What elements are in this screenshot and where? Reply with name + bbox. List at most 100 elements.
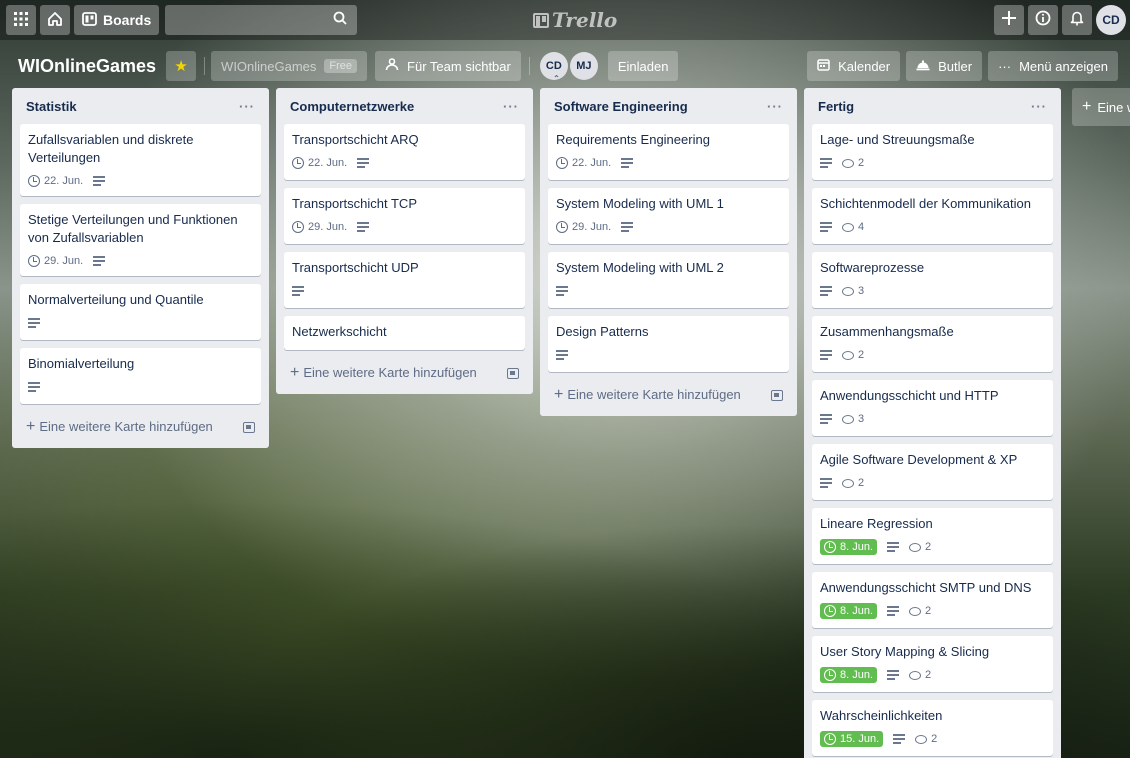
member-initials: CD [545, 60, 562, 72]
card[interactable]: System Modeling with UML 1 29. Jun. [548, 188, 789, 244]
list-menu-icon[interactable]: ··· [239, 99, 255, 114]
card-template-icon[interactable] [243, 421, 255, 433]
card[interactable]: Binomialverteilung [20, 348, 261, 404]
list-menu-icon[interactable]: ··· [1031, 99, 1047, 114]
search-input[interactable] [165, 5, 358, 35]
list-title[interactable]: Statistik [26, 99, 77, 114]
card[interactable]: Wahrscheinlichkeiten 15. Jun. 2 [812, 700, 1053, 756]
comment-icon [842, 478, 854, 488]
star-button[interactable]: ★ [166, 51, 197, 81]
list-header[interactable]: Computernetzwerke ··· [284, 88, 525, 124]
card[interactable]: Anwendungsschicht SMTP und DNS 8. Jun. 2 [812, 572, 1053, 628]
card[interactable]: Zufallsvariablen und diskrete Verteilung… [20, 124, 261, 196]
member-avatar[interactable]: CD ⌃ [539, 52, 568, 83]
due-date-text: 29. Jun. [572, 221, 612, 233]
card[interactable]: Lineare Regression 8. Jun. 2 [812, 508, 1053, 564]
due-date-complete-badge[interactable]: 8. Jun. [820, 539, 878, 555]
card-badges [556, 281, 781, 301]
home-button[interactable] [40, 5, 70, 35]
butler-button[interactable]: Butler [906, 51, 983, 81]
invite-button[interactable]: Einladen [607, 51, 679, 81]
bell-icon [1070, 10, 1084, 31]
list-fertig: Fertig ··· Lage- und Streuungsmaße 2 Sch… [804, 88, 1061, 758]
card[interactable]: Transportschicht UDP [284, 252, 525, 308]
show-menu-button[interactable]: ··· Menü anzeigen [988, 51, 1118, 81]
due-date-complete-badge[interactable]: 8. Jun. [820, 603, 878, 619]
card[interactable]: Softwareprozesse 3 [812, 252, 1053, 308]
comments-badge: 2 [909, 669, 931, 681]
description-icon [292, 286, 304, 296]
card[interactable]: Zusammenhangsmaße 2 [812, 316, 1053, 372]
member-initials: MJ [576, 60, 592, 72]
team-button[interactable]: WIOnlineGames Free [211, 51, 368, 81]
card[interactable]: Requirements Engineering 22. Jun. [548, 124, 789, 180]
list-title[interactable]: Software Engineering [554, 99, 688, 114]
card-badges: 29. Jun. [556, 217, 781, 237]
comment-count: 2 [858, 477, 865, 489]
list-header[interactable]: Fertig ··· [812, 88, 1053, 124]
calendar-label: Kalender [838, 58, 891, 74]
card-template-icon[interactable] [771, 389, 783, 401]
list-statistik: Statistik ··· Zufallsvariablen und diskr… [12, 88, 269, 448]
board-title[interactable]: WIOnlineGames [8, 50, 166, 83]
clock-icon [556, 157, 568, 169]
top-header: Boards Trello CD [0, 0, 1130, 40]
card[interactable]: Schichtenmodell der Kommunikation 4 [812, 188, 1053, 244]
add-card-button[interactable]: + Eine weitere Karte hinzufügen [548, 380, 789, 408]
create-button[interactable] [994, 5, 1024, 35]
plus-icon: + [1082, 98, 1092, 115]
butler-label: Butler [938, 58, 973, 74]
card-badges [28, 377, 253, 397]
due-date-badge: 22. Jun. [556, 157, 611, 169]
add-list-button[interactable]: + Eine w [1072, 88, 1130, 126]
card[interactable]: Design Patterns [548, 316, 789, 372]
card[interactable]: Stetige Verteilungen und Funktionen von … [20, 204, 261, 276]
visibility-button[interactable]: Für Team sichtbar [375, 51, 521, 81]
due-date-badge: 29. Jun. [292, 221, 347, 233]
boards-button[interactable]: Boards [74, 5, 160, 35]
due-date-text: 8. Jun. [840, 669, 874, 681]
list-menu-icon[interactable]: ··· [503, 99, 519, 114]
card[interactable]: User Story Mapping & Slicing 8. Jun. 2 [812, 636, 1053, 692]
list-title[interactable]: Fertig [818, 99, 854, 114]
card[interactable]: Netzwerkschicht [284, 316, 525, 350]
list-title[interactable]: Computernetzwerke [290, 99, 414, 114]
card[interactable]: Anwendungsschicht und HTTP 3 [812, 380, 1053, 436]
card-title: Stetige Verteilungen und Funktionen von … [28, 212, 238, 245]
card[interactable]: System Modeling with UML 2 [548, 252, 789, 308]
plus-icon [1001, 10, 1017, 31]
due-date-complete-badge[interactable]: 8. Jun. [820, 667, 878, 683]
list-header[interactable]: Software Engineering ··· [548, 88, 789, 124]
boards-icon [82, 11, 97, 29]
show-menu-label: Menü anzeigen [1019, 58, 1108, 74]
card-template-icon[interactable] [507, 367, 519, 379]
comment-icon [915, 734, 928, 744]
card-title: Wahrscheinlichkeiten [820, 708, 943, 723]
description-icon [357, 222, 370, 232]
card-title: Transportschicht TCP [292, 196, 417, 211]
add-card-button[interactable]: + Eine weitere Karte hinzufügen [284, 358, 525, 386]
card-title: Zufallsvariablen und diskrete Verteilung… [28, 132, 194, 165]
due-date-badge: 22. Jun. [28, 175, 83, 187]
card[interactable]: Transportschicht ARQ 22. Jun. [284, 124, 525, 180]
description-icon [621, 222, 634, 232]
comment-count: 2 [931, 733, 938, 745]
comments-badge: 2 [915, 733, 937, 745]
calendar-button[interactable]: Kalender [807, 51, 901, 81]
list-header[interactable]: Statistik ··· [20, 88, 261, 124]
notifications-button[interactable] [1062, 5, 1092, 35]
info-button[interactable] [1028, 5, 1058, 35]
trello-logo[interactable]: Trello [533, 8, 617, 32]
description-icon [820, 414, 832, 424]
user-avatar[interactable]: CD [1096, 5, 1126, 35]
apps-button[interactable] [6, 5, 36, 35]
card[interactable]: Normalverteilung und Quantile [20, 284, 261, 340]
card[interactable]: Transportschicht TCP 29. Jun. [284, 188, 525, 244]
board-members: CD ⌃ MJ [539, 52, 600, 83]
list-menu-icon[interactable]: ··· [767, 99, 783, 114]
card[interactable]: Lage- und Streuungsmaße 2 [812, 124, 1053, 180]
member-avatar[interactable]: MJ [569, 52, 598, 80]
due-date-complete-badge[interactable]: 15. Jun. [820, 731, 884, 747]
add-card-button[interactable]: + Eine weitere Karte hinzufügen [20, 412, 261, 440]
card[interactable]: Agile Software Development & XP 2 [812, 444, 1053, 500]
